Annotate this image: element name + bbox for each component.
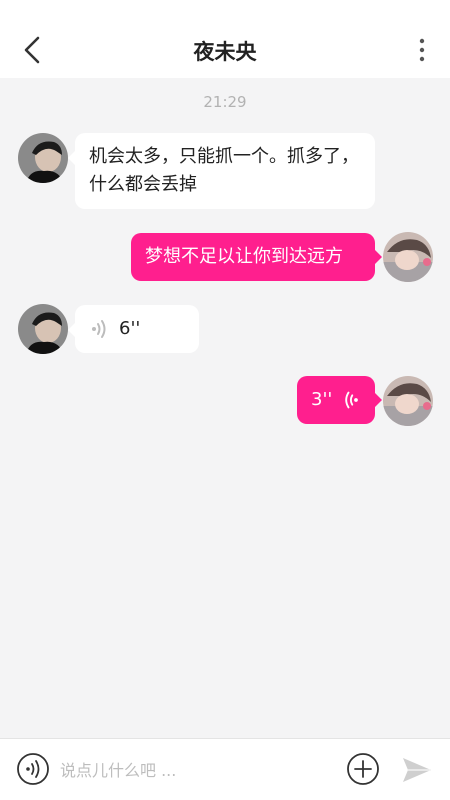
message-bubble-sent[interactable]: 梦想不足以让你到达远方 bbox=[131, 233, 382, 281]
send-button[interactable] bbox=[400, 753, 434, 787]
voice-message-received[interactable]: 6'' bbox=[68, 305, 199, 353]
voice-wave-icon bbox=[92, 320, 106, 338]
my-avatar[interactable] bbox=[383, 232, 433, 282]
input-bar bbox=[0, 738, 450, 800]
contact-avatar[interactable] bbox=[18, 133, 68, 183]
voice-message-sent[interactable]: 3'' bbox=[297, 376, 382, 424]
voice-input-button[interactable] bbox=[16, 752, 50, 786]
page-title: 夜未央 bbox=[193, 40, 257, 64]
voice-wave-icon bbox=[345, 391, 359, 409]
chat-header: 夜未央 bbox=[0, 0, 450, 78]
message-text: 机会太多，只能抓一个。抓多了，什么都会丢掉 bbox=[89, 146, 359, 195]
more-vertical-icon bbox=[419, 38, 425, 62]
more-actions-button[interactable] bbox=[346, 752, 380, 786]
message-timestamp: 21:29 bbox=[203, 93, 247, 111]
message-bubble-received[interactable]: 机会太多，只能抓一个。抓多了，什么都会丢掉 bbox=[68, 133, 375, 209]
my-avatar[interactable] bbox=[383, 376, 433, 426]
send-icon bbox=[403, 758, 431, 782]
plus-circle-icon bbox=[347, 753, 379, 785]
voice-toggle-icon bbox=[17, 753, 49, 785]
voice-duration: 6'' bbox=[119, 318, 141, 339]
message-input[interactable] bbox=[60, 753, 330, 787]
voice-duration: 3'' bbox=[311, 389, 333, 410]
contact-avatar[interactable] bbox=[18, 304, 68, 354]
message-text: 梦想不足以让你到达远方 bbox=[145, 246, 343, 267]
more-button[interactable] bbox=[418, 38, 426, 62]
